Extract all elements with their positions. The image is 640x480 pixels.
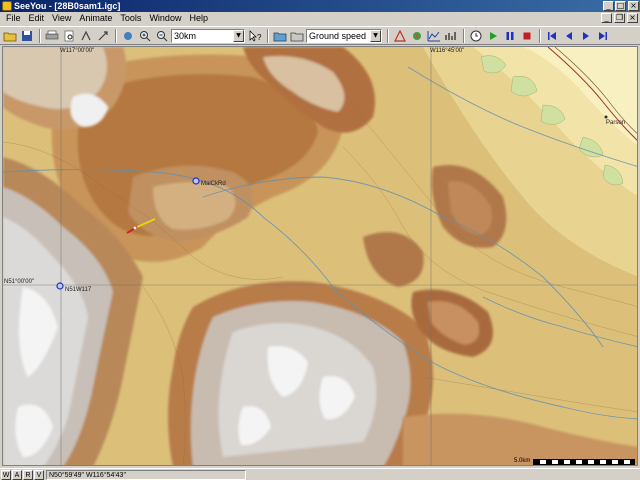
menu-animate[interactable]: Animate xyxy=(75,12,116,25)
menu-tools[interactable]: Tools xyxy=(116,12,145,25)
seeyou-app-icon[interactable] xyxy=(2,1,12,11)
help-pointer-icon[interactable]: ? xyxy=(247,28,263,44)
cursor-coordinates: N50°59'49" W116°54'43" xyxy=(46,469,246,480)
zoom-level-value: 30km xyxy=(174,30,197,41)
waypoint-label[interactable]: MalCkRd xyxy=(201,181,226,187)
task-tool-icon[interactable] xyxy=(95,28,111,44)
step-forward-icon[interactable] xyxy=(578,28,594,44)
document-restore-button[interactable]: ❐ xyxy=(614,13,625,23)
scale-bar xyxy=(533,459,635,465)
massif-south xyxy=(168,281,433,465)
menu-view[interactable]: View xyxy=(48,12,75,25)
waypoint-n51w117-marker[interactable] xyxy=(56,282,64,290)
grid-label-lat: N51°00'00" xyxy=(4,279,35,285)
waypoint-label[interactable]: Parson xyxy=(606,120,625,126)
status-button-v[interactable]: V xyxy=(34,469,44,480)
minimize-button[interactable]: _ xyxy=(603,1,614,11)
document-controls: _ ❐ × xyxy=(601,13,638,23)
toolbar-separator xyxy=(115,28,117,43)
waypoint-tool-icon[interactable] xyxy=(78,28,94,44)
terrain-map-canvas[interactable] xyxy=(3,47,638,466)
window-title: SeeYou - [28B0sam1.igc] xyxy=(14,1,121,11)
status-bar: W A R V N50°59'49" W116°54'43" xyxy=(0,468,640,480)
status-button-w[interactable]: W xyxy=(1,469,11,480)
svg-text:?: ? xyxy=(257,33,262,42)
seeyou-window: SeeYou - [28B0sam1.igc] _ □ × File Edit … xyxy=(0,0,640,480)
chevron-down-icon[interactable]: ▼ xyxy=(233,29,244,42)
open-flight-icon[interactable] xyxy=(272,28,288,44)
menu-bar: File Edit View Animate Tools Window Help… xyxy=(0,12,640,25)
glider-marker[interactable] xyxy=(133,226,137,230)
menu-edit[interactable]: Edit xyxy=(25,12,49,25)
grid-label-lon-right: W116°45'00" xyxy=(430,48,465,54)
close-button[interactable]: × xyxy=(628,1,639,11)
menu-window[interactable]: Window xyxy=(145,12,185,25)
waypoint-parson-marker[interactable] xyxy=(604,115,608,119)
toolbar-separator xyxy=(463,28,465,43)
toolbar-separator xyxy=(387,28,389,43)
save-flight-icon[interactable] xyxy=(289,28,305,44)
zoom-in-icon[interactable] xyxy=(137,28,153,44)
document-close-button[interactable]: × xyxy=(627,13,638,23)
toolbar-separator xyxy=(39,28,41,43)
toolbar: 30km ▼ ? Ground speed ▼ xyxy=(0,26,640,45)
pause-icon[interactable] xyxy=(502,28,518,44)
menu-file[interactable]: File xyxy=(2,12,25,25)
step-back-icon[interactable] xyxy=(561,28,577,44)
menu-help[interactable]: Help xyxy=(185,12,212,25)
graph-type-value: Ground speed xyxy=(309,30,367,41)
barogram-icon[interactable] xyxy=(426,28,442,44)
status-button-r[interactable]: R xyxy=(23,469,33,480)
optimize-icon[interactable] xyxy=(392,28,408,44)
zoom-out-icon[interactable] xyxy=(154,28,170,44)
stop-icon[interactable] xyxy=(519,28,535,44)
document-minimize-button[interactable]: _ xyxy=(601,13,612,23)
grid-label-lon-left: W117°00'00" xyxy=(60,48,95,54)
chevron-down-icon[interactable]: ▼ xyxy=(370,29,381,42)
rewind-start-icon[interactable] xyxy=(544,28,560,44)
save-icon[interactable] xyxy=(19,28,35,44)
pan-hand-icon[interactable] xyxy=(120,28,136,44)
status-button-a[interactable]: A xyxy=(12,469,22,480)
window-controls: _ □ × xyxy=(603,1,639,11)
waypoint-malckrd-marker[interactable] xyxy=(192,177,200,185)
waypoint-label[interactable]: N51W117 xyxy=(65,287,91,293)
open-folder-icon[interactable] xyxy=(2,28,18,44)
thermal-icon[interactable] xyxy=(409,28,425,44)
toolbar-separator xyxy=(539,28,541,43)
print-preview-icon[interactable] xyxy=(61,28,77,44)
toolbar-separator xyxy=(267,28,269,43)
statistics-icon[interactable] xyxy=(443,28,459,44)
title-bar: SeeYou - [28B0sam1.igc] _ □ × xyxy=(0,0,640,12)
play-icon[interactable] xyxy=(485,28,501,44)
print-icon[interactable] xyxy=(44,28,60,44)
scale-label: 5.0km xyxy=(514,458,531,464)
forward-end-icon[interactable] xyxy=(595,28,611,44)
flight-map[interactable]: W117°00'00" W116°45'00" N51°00'00" MalCk… xyxy=(2,46,638,466)
graph-type-select[interactable]: Ground speed ▼ xyxy=(306,28,382,43)
zoom-level-select[interactable]: 30km ▼ xyxy=(171,28,245,43)
maximize-button[interactable]: □ xyxy=(615,1,626,11)
clock-icon[interactable] xyxy=(468,28,484,44)
